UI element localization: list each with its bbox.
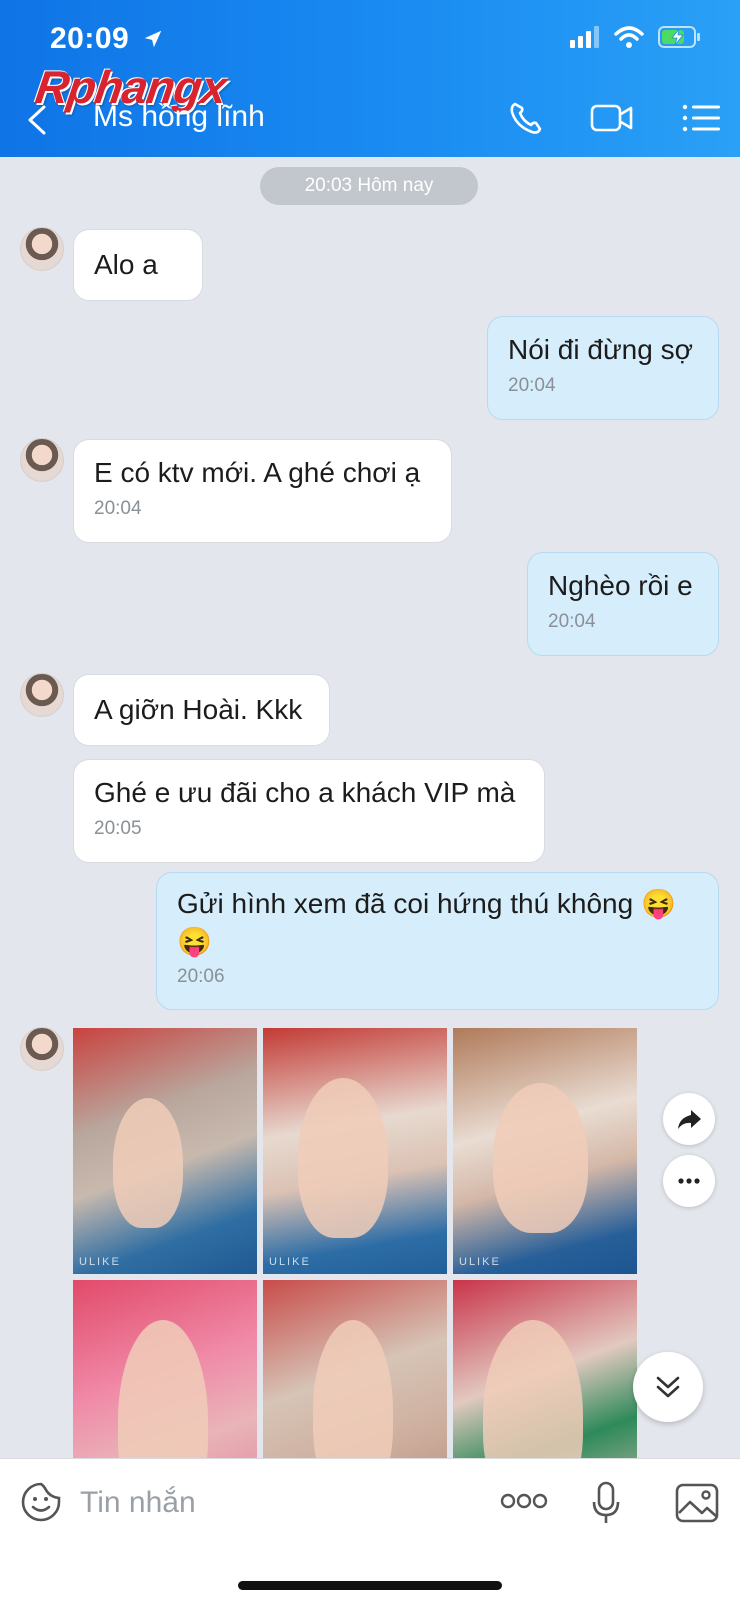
phone-icon[interactable] — [506, 100, 550, 136]
scroll-to-bottom-button[interactable] — [633, 1352, 703, 1422]
photo-watermark: ULIKE — [79, 1256, 121, 1268]
contact-avatar[interactable] — [20, 227, 64, 271]
contact-name[interactable]: Ms hồng lĩnh — [93, 100, 265, 134]
message-bubble-incoming[interactable]: E có ktv mới. A ghé chơi ạ 20:04 — [73, 439, 452, 543]
battery-charging-icon — [658, 26, 700, 48]
message-bubble-outgoing[interactable]: Nói đi đừng sợ 20:04 — [487, 316, 719, 420]
contact-avatar[interactable] — [20, 1027, 64, 1071]
message-time: 20:06 — [177, 966, 225, 987]
message-time: 20:04 — [548, 611, 596, 632]
photo-thumbnail[interactable]: ULIKE — [263, 1028, 447, 1274]
message-text: Ghé e ưu đãi cho a khách VIP mà — [94, 777, 516, 808]
message-text: Gửi hình xem đã coi hứng thú không 😝 — [177, 888, 676, 919]
status-time: 20:09 — [50, 22, 130, 55]
gallery-icon[interactable] — [675, 1483, 719, 1523]
message-composer — [0, 1458, 740, 1601]
menu-icon[interactable] — [680, 100, 724, 136]
message-text: E có ktv mới. A ghé chơi ạ — [94, 457, 421, 488]
location-arrow-icon — [144, 30, 162, 48]
share-arrow-icon — [678, 1110, 701, 1129]
message-bubble-outgoing[interactable]: Gửi hình xem đã coi hứng thú không 😝 😝 2… — [156, 872, 719, 1010]
photo-watermark: ULIKE — [269, 1256, 311, 1268]
chat-header: 20:09 Rphangx Ms hồng lĩnh — [0, 0, 740, 157]
photo-thumbnail[interactable]: ULIKE — [453, 1028, 637, 1274]
message-text-emoji: 😝 — [177, 926, 212, 957]
photo-watermark: ULIKE — [459, 1256, 501, 1268]
share-button[interactable] — [663, 1093, 715, 1145]
message-text: Nói đi đừng sợ — [508, 334, 693, 365]
photo-grid: ULIKE ULIKE ULIKE — [73, 1028, 639, 1526]
back-icon[interactable] — [24, 104, 52, 136]
contact-avatar[interactable] — [20, 438, 64, 482]
message-time: 20:04 — [94, 498, 142, 519]
contact-avatar[interactable] — [20, 673, 64, 717]
message-text: Alo a — [94, 249, 158, 280]
message-time: 20:05 — [94, 818, 142, 839]
ellipsis-icon — [678, 1178, 700, 1184]
message-bubble-outgoing[interactable]: Nghèo rồi e 20:04 — [527, 552, 719, 656]
home-indicator — [238, 1581, 502, 1590]
message-input[interactable] — [78, 1477, 462, 1529]
date-separator: 20:03 Hôm nay — [260, 167, 478, 205]
message-bubble-incoming[interactable]: A giỡn Hoài. Kkk — [73, 674, 330, 746]
message-time: 20:04 — [508, 375, 556, 396]
status-indicators — [570, 26, 702, 48]
wifi-icon — [614, 26, 644, 48]
video-icon[interactable] — [590, 100, 634, 136]
message-bubble-incoming[interactable]: Alo a — [73, 229, 203, 301]
more-icon[interactable] — [500, 1491, 548, 1511]
more-options-button[interactable] — [663, 1155, 715, 1207]
double-chevron-down-icon — [656, 1376, 680, 1398]
signal-icon — [570, 26, 599, 48]
message-text: Nghèo rồi e — [548, 570, 693, 601]
mic-icon[interactable] — [591, 1481, 621, 1525]
photo-thumbnail[interactable]: ULIKE — [73, 1028, 257, 1274]
sticker-icon[interactable] — [20, 1481, 62, 1523]
message-text: A giỡn Hoài. Kkk — [94, 694, 303, 725]
message-bubble-incoming[interactable]: Ghé e ưu đãi cho a khách VIP mà 20:05 — [73, 759, 545, 863]
